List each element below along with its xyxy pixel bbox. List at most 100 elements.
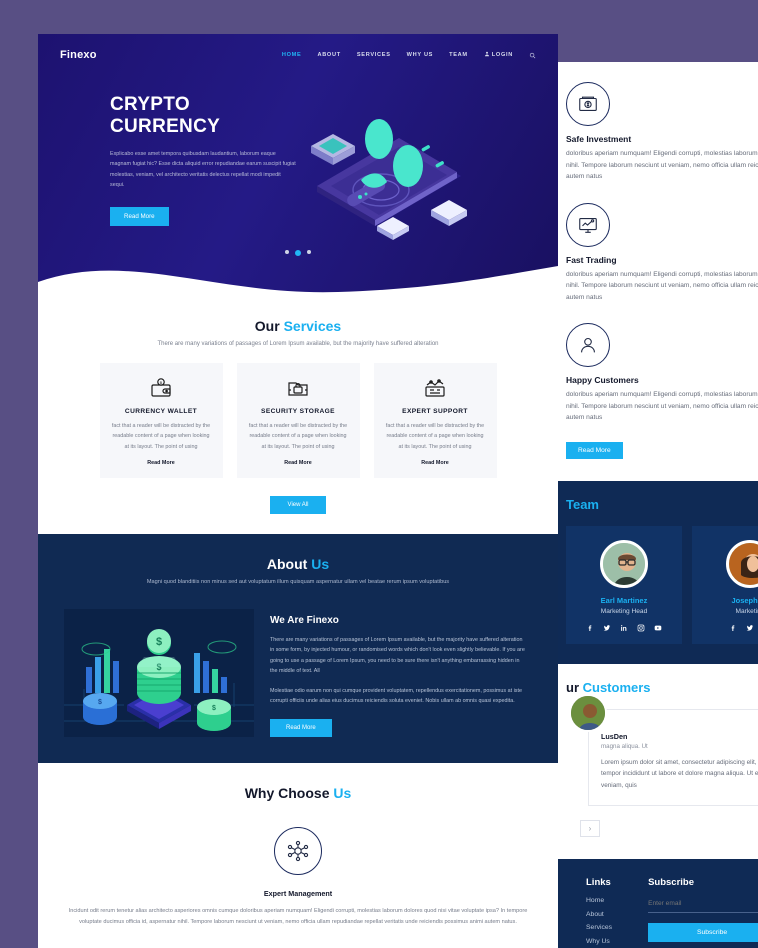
services-subtitle: There are many variations of passages of… xyxy=(157,341,439,347)
testimonial-subtitle: magna aliqua. Ut xyxy=(601,742,648,750)
nav-item-about[interactable]: ABOUT xyxy=(317,52,340,58)
footer-link-why-us[interactable]: Why Us xyxy=(586,938,612,945)
nav-item-services[interactable]: SERVICES xyxy=(357,52,391,58)
service-text: fact that a reader will be distracted by… xyxy=(248,423,348,450)
about-read-more-button[interactable]: Read More xyxy=(270,718,332,737)
customers-heading: ur Customers xyxy=(566,680,758,695)
team-member-role: Marketing Head xyxy=(600,607,648,615)
why-choose-heading-accent: Us xyxy=(333,784,352,801)
feature-item-safe-investment: Safe Investment doloribus aperiam numqua… xyxy=(552,72,758,193)
feature-title: Fast Trading xyxy=(566,254,617,265)
team-member-name: Earl Martinez xyxy=(600,595,648,605)
service-read-more[interactable]: Read More xyxy=(247,460,350,466)
facebook-icon[interactable] xyxy=(586,624,594,634)
about-body: $ $ $ $ We Are Finexo There are many var… xyxy=(38,585,558,737)
footer-link-about[interactable]: About xyxy=(586,911,612,918)
instagram-icon[interactable] xyxy=(637,624,645,634)
fast-trading-icon xyxy=(566,202,610,247)
wallet-bitcoin-icon: B xyxy=(110,375,213,401)
about-section: About Us Magni quod blanditiis non minus… xyxy=(38,533,558,763)
why-choose-feature-title: Expert Management xyxy=(263,888,333,898)
nav-item-home[interactable]: HOME xyxy=(282,52,302,58)
screenshot-stage: Safe Investment doloribus aperiam numqua… xyxy=(0,0,758,948)
about-text-block: We Are Finexo There are many variations … xyxy=(270,609,528,737)
avatar xyxy=(726,539,758,588)
why-choose-section: Why Choose Us Expert Management Incidunt… xyxy=(38,762,558,948)
twitter-icon[interactable] xyxy=(746,624,754,634)
why-choose-heading-main: Why Choose xyxy=(244,784,334,801)
feature-item-fast-trading: Fast Trading doloribus aperiam numquam! … xyxy=(552,193,758,314)
hero-illustration xyxy=(253,94,558,244)
feature-text: doloribus aperiam numquam! Eligendi corr… xyxy=(566,391,758,422)
services-heading: Our Services xyxy=(38,318,558,334)
twitter-icon[interactable] xyxy=(603,624,611,634)
feature-text: doloribus aperiam numquam! Eligendi corr… xyxy=(566,270,758,301)
team-heading: Team xyxy=(566,496,599,512)
feature-item-happy-customers: Happy Customers doloribus aperiam numqua… xyxy=(552,313,758,434)
testimonial-text: Lorem ipsum dolor sit amet, consectetur … xyxy=(601,758,758,789)
service-title: EXPERT SUPPORT xyxy=(402,408,468,415)
search-icon[interactable] xyxy=(529,46,536,64)
happy-customers-icon xyxy=(566,323,610,368)
service-read-more[interactable]: Read More xyxy=(384,460,487,466)
support-chart-icon xyxy=(384,375,487,401)
folder-lock-icon xyxy=(247,375,350,401)
svg-text:$: $ xyxy=(98,699,102,706)
nav-item-why-us[interactable]: WHY US xyxy=(407,52,433,58)
footer-link-services[interactable]: Services xyxy=(586,924,612,931)
email-field[interactable] xyxy=(648,897,758,914)
customers-heading-accent: Customers xyxy=(582,679,651,695)
team-card[interactable]: Earl Martinez Marketing Head xyxy=(566,525,682,644)
hero-copy: CRYPTO CURRENCY Explicabo esse amet temp… xyxy=(38,94,296,244)
about-heading-main: About xyxy=(266,555,312,572)
service-card-expert-support[interactable]: EXPERT SUPPORT fact that a reader will b… xyxy=(373,363,497,478)
why-choose-panel-list: Safe Investment doloribus aperiam numqua… xyxy=(552,62,758,471)
footer-link-home[interactable]: Home xyxy=(586,897,612,904)
read-more-button[interactable]: Read More xyxy=(566,441,623,459)
service-card-security-storage[interactable]: SECURITY STORAGE fact that a reader will… xyxy=(236,363,360,478)
service-read-more[interactable]: Read More xyxy=(110,460,213,466)
hero-section: Finexo HOME ABOUT SERVICES WHY US TEAM L… xyxy=(38,34,558,296)
nav-item-team[interactable]: TEAM xyxy=(449,52,468,58)
main-nav: HOME ABOUT SERVICES WHY US TEAM LOGIN xyxy=(282,46,536,64)
social-links xyxy=(700,624,758,634)
user-icon xyxy=(484,51,490,59)
footer-links-heading: Links xyxy=(586,877,611,889)
footer: Links Home About Services Why Us Team Su… xyxy=(552,859,758,948)
carousel-next-button[interactable]: › xyxy=(580,820,600,838)
subscribe-button[interactable]: Subscribe xyxy=(648,923,758,943)
service-card-currency-wallet[interactable]: B CURRENCY WALLET fact that a reader wil… xyxy=(99,363,223,478)
svg-text:$: $ xyxy=(212,705,216,712)
team-member-name: Josephine xyxy=(731,595,758,605)
footer-subscribe-column: Subscribe Subscribe xyxy=(648,877,758,948)
youtube-icon[interactable] xyxy=(654,624,662,634)
team-section: Team Earl Martinez Marketing Head Joseph… xyxy=(552,480,758,664)
why-choose-heading: Why Choose Us xyxy=(38,785,558,801)
subscribe-heading: Subscribe xyxy=(648,877,694,889)
hero-read-more-button[interactable]: Read More xyxy=(110,206,169,226)
secondary-page-panel: Safe Investment doloribus aperiam numqua… xyxy=(552,62,758,948)
facebook-icon[interactable] xyxy=(729,624,737,634)
about-header: About Us Magni quod blanditiis non minus… xyxy=(38,556,558,585)
why-choose-feature-text: Incidunt odit rerum tenetur alias archit… xyxy=(68,907,528,925)
about-illustration: $ $ $ $ xyxy=(64,608,254,737)
customers-section: ur Customers ” LusDen magna aliqua. Ut L… xyxy=(552,663,758,852)
avatar xyxy=(600,539,648,588)
feature-title: Happy Customers xyxy=(566,375,639,386)
team-row: Earl Martinez Marketing Head Joseph Mark… xyxy=(566,525,758,644)
view-all-button[interactable]: View All xyxy=(269,495,327,514)
login-button[interactable]: LOGIN xyxy=(484,51,513,59)
service-text: fact that a reader will be distracted by… xyxy=(385,423,485,450)
services-heading-main: Our xyxy=(254,318,284,334)
primary-page-panel: Finexo HOME ABOUT SERVICES WHY US TEAM L… xyxy=(38,34,558,948)
navbar: Finexo HOME ABOUT SERVICES WHY US TEAM L… xyxy=(38,34,558,64)
team-card[interactable]: Josephine Marketing xyxy=(692,525,758,644)
services-heading-accent: Services xyxy=(283,318,342,334)
feature-title: Safe Investment xyxy=(566,134,632,144)
about-heading: About Us xyxy=(38,556,558,572)
brand-logo[interactable]: Finexo xyxy=(60,49,97,61)
hero-title-line2: CURRENCY xyxy=(110,116,221,138)
linkedin-icon[interactable] xyxy=(620,624,628,634)
service-title: SECURITY STORAGE xyxy=(261,408,335,415)
services-section: Our Services There are many variations o… xyxy=(38,296,558,534)
